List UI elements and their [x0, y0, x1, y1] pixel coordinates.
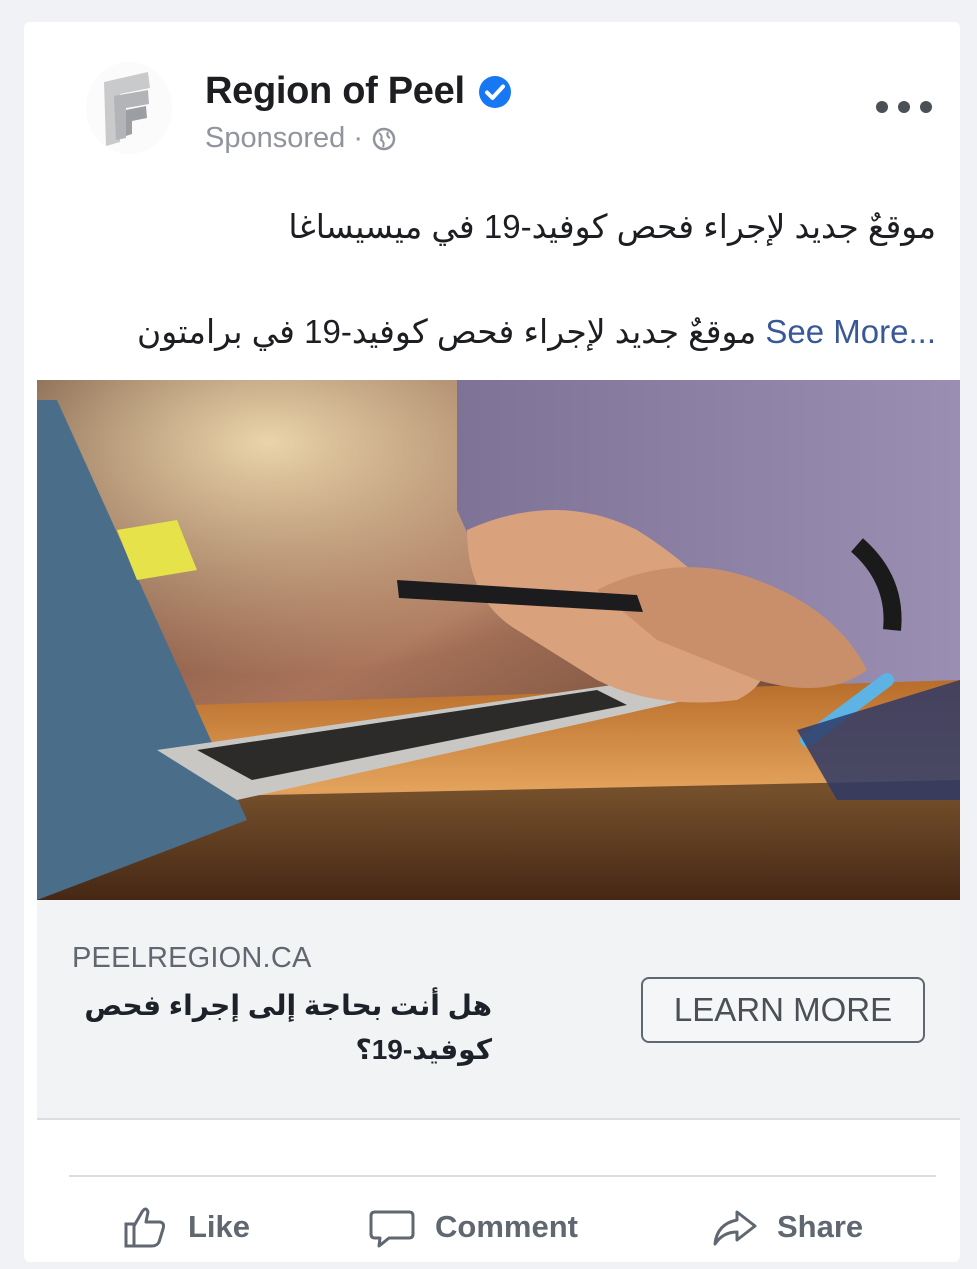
thumbs-up-icon [124, 1207, 166, 1248]
comment-label: Comment [435, 1209, 578, 1244]
post-actions: Like Comment Share [24, 1192, 960, 1262]
more-dot [898, 101, 910, 113]
sponsored-label[interactable]: Sponsored · [205, 122, 363, 155]
link-preview[interactable]: PEELREGION.CA هل أنت بحاجة إلى إجراء فحص… [37, 900, 960, 1120]
link-headline[interactable]: هل أنت بحاجة إلى إجراء فحص كوفيد-19؟ [72, 984, 492, 1072]
more-dot [920, 101, 932, 113]
share-button[interactable]: Share [709, 1192, 863, 1262]
page-name[interactable]: Region of Peel [205, 70, 513, 113]
post-meta: Sponsored · [205, 122, 397, 155]
comment-bubble-icon [369, 1210, 415, 1248]
post-text-line-1: موقعٌ جديد لإجراء فحص كوفيد-19 في ميسيسا… [288, 208, 936, 245]
see-more-link[interactable]: See More... [765, 313, 936, 350]
globe-icon [371, 126, 397, 152]
verified-badge-icon [477, 74, 513, 110]
post-text-line-2: See More... موقعٌ جديد لإجراء فحص كوفيد-… [54, 302, 936, 362]
post-image[interactable] [37, 380, 960, 900]
page-name-text[interactable]: Region of Peel [205, 70, 465, 113]
region-of-peel-logo [104, 72, 150, 146]
post-header: Region of Peel Sponsored · [24, 22, 960, 192]
comment-button[interactable]: Comment [367, 1192, 578, 1262]
learn-more-button[interactable]: LEARN MORE [641, 977, 925, 1043]
sponsored-post-card: Region of Peel Sponsored · موقعٌ جديد لإ… [24, 22, 960, 1262]
post-text-line-2-content: موقعٌ جديد لإجراء فحص كوفيد-19 في برامتو… [137, 313, 757, 350]
like-label: Like [188, 1209, 251, 1244]
link-domain: PEELREGION.CA [72, 942, 312, 974]
post-text: موقعٌ جديد لإجراء فحص كوفيد-19 في ميسيسا… [54, 197, 936, 362]
more-dot [876, 101, 888, 113]
page-avatar[interactable] [86, 62, 172, 154]
share-label: Share [777, 1209, 864, 1244]
actions-divider [69, 1175, 936, 1177]
more-options-icon[interactable] [876, 92, 932, 122]
share-arrow-icon [713, 1210, 757, 1246]
like-button[interactable]: Like [120, 1192, 250, 1262]
